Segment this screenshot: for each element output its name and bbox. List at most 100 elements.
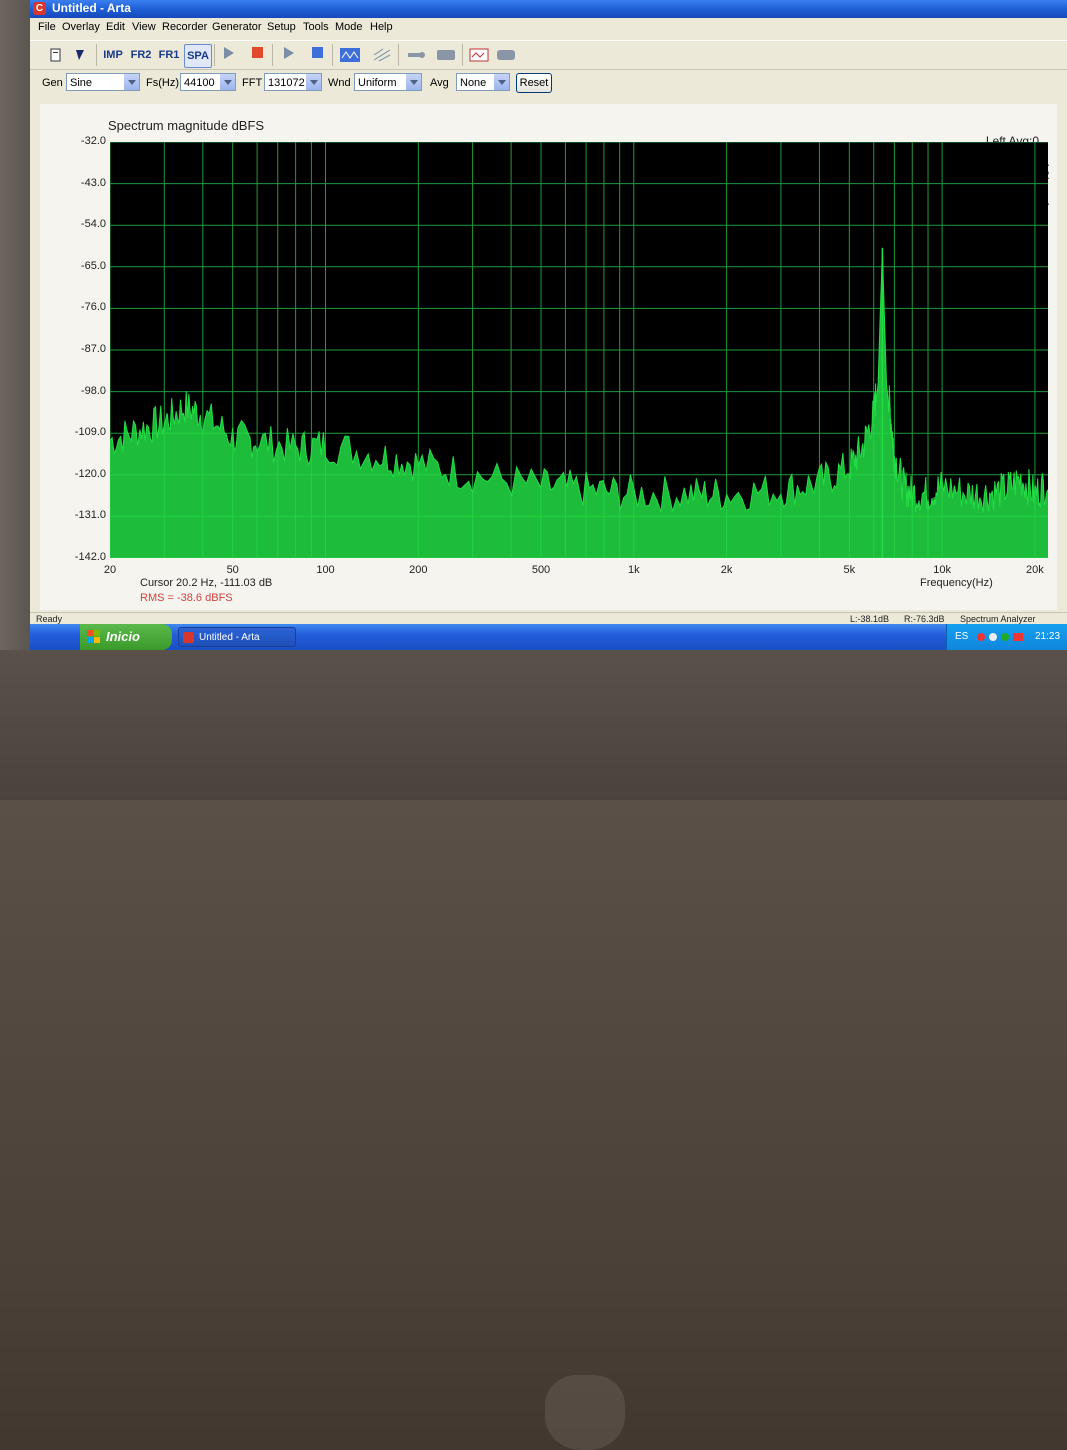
menu-help[interactable]: Help: [370, 21, 393, 33]
language-indicator[interactable]: ES: [955, 631, 968, 642]
chevron-down-icon: [305, 74, 321, 90]
y-tick-label: -54.0: [80, 218, 106, 231]
imp-button[interactable]: IMP: [100, 44, 126, 66]
fr1-button[interactable]: FR1: [156, 44, 182, 66]
chevron-down-icon: [123, 74, 139, 90]
right-level: R:-76.3dB: [904, 614, 945, 624]
system-tray: ES 21:23: [946, 624, 1067, 650]
status-ready: Ready: [36, 614, 63, 624]
apple-logo-icon: [545, 1375, 625, 1450]
tray-icon-set: [977, 633, 1023, 641]
menu-file[interactable]: File: [38, 21, 56, 33]
calibrate-button[interactable]: [404, 44, 428, 66]
toolbar-separator: [398, 44, 399, 66]
play-icon[interactable]: [224, 47, 234, 59]
y-tick-label: -65.0: [80, 259, 106, 272]
x-tick-label: 2k: [720, 564, 733, 576]
open-arrow-icon: [76, 50, 84, 60]
y-tick-label: -87.0: [80, 343, 106, 355]
avg-value: None: [460, 77, 487, 89]
x-tick-label: 20: [103, 564, 117, 576]
x-tick-label: 100: [316, 564, 335, 576]
cursor-readout: Cursor 20.2 Hz, -111.03 dB: [140, 577, 273, 589]
y-tick-label: -120.0: [74, 467, 106, 480]
x-axis-label: Frequency(Hz): [920, 577, 993, 589]
toolbar-separator: [214, 44, 215, 66]
title-bar[interactable]: C Untitled - Arta: [30, 0, 1067, 18]
chevron-down-icon: [493, 74, 509, 90]
y-tick-label: -109.0: [74, 426, 106, 439]
y-tick-label: -98.0: [80, 384, 106, 397]
mode-indicator: Spectrum Analyzer: [960, 614, 1036, 624]
menu-edit[interactable]: Edit: [106, 21, 125, 33]
y-tick-label: -76.0: [80, 301, 106, 314]
scope-icon: [469, 48, 489, 62]
toolbar: IMP FR2 FR1 SPA: [30, 40, 1067, 70]
tray-icons[interactable]: [975, 631, 1025, 643]
window-title: Untitled - Arta: [52, 1, 131, 15]
fft-value: 131072: [268, 77, 305, 89]
menu-setup[interactable]: Setup: [267, 21, 296, 33]
spectrum-chart: Spectrum magnitude dBFS Left Avg:0 A R T…: [40, 104, 1057, 610]
chevron-down-icon: [405, 74, 421, 90]
reset-button[interactable]: Reset: [516, 73, 552, 93]
spectrum-noise-floor: [110, 247, 1048, 558]
menu-tools[interactable]: Tools: [303, 21, 329, 33]
task-label: Untitled - Arta: [199, 632, 260, 643]
plot-area[interactable]: [109, 141, 1049, 559]
settings-button[interactable]: [494, 44, 518, 66]
x-tick-label: 10k: [933, 564, 951, 576]
arta-app-icon: C: [33, 2, 46, 15]
wnd-label: Wnd: [328, 77, 351, 89]
left-level: L:-38.1dB: [850, 614, 890, 624]
menu-bar: File Overlay Edit View Recorder Generato…: [30, 18, 1067, 38]
clock: 21:23: [1035, 631, 1061, 642]
toolbar-separator: [96, 44, 97, 66]
arta-app-icon: [183, 632, 194, 643]
generator-controls: Gen Sine Fs(Hz) 44100 FFT 131072 Wnd Uni…: [30, 70, 1067, 98]
avg-select[interactable]: None: [456, 73, 510, 91]
wnd-select[interactable]: Uniform: [354, 73, 422, 91]
spa-button[interactable]: SPA: [184, 44, 212, 68]
generator-play-icon[interactable]: [284, 47, 294, 59]
chart-title: Spectrum magnitude dBFS: [108, 118, 265, 133]
x-tick-label: 1k: [627, 564, 640, 576]
menu-overlay[interactable]: Overlay: [62, 21, 100, 33]
new-document-button[interactable]: [46, 44, 66, 66]
open-button[interactable]: [70, 44, 90, 66]
fft-select[interactable]: 131072: [264, 73, 322, 91]
y-tick-label: -131.0: [74, 509, 106, 522]
gen-label: Gen: [42, 77, 63, 89]
start-label: Inicio: [106, 629, 140, 644]
menu-recorder[interactable]: Recorder: [162, 21, 207, 33]
fs-label: Fs(Hz): [146, 77, 179, 89]
y-tick-label: -43.0: [80, 176, 106, 189]
wnd-value: Uniform: [358, 77, 397, 89]
fr2-button[interactable]: FR2: [128, 44, 154, 66]
monitor-button[interactable]: [434, 44, 458, 66]
new-document-icon: [50, 48, 61, 62]
generator-stop-icon[interactable]: [312, 47, 323, 58]
x-tick-label: 5k: [843, 564, 856, 576]
menu-view[interactable]: View: [132, 21, 156, 33]
menu-mode[interactable]: Mode: [335, 21, 363, 33]
record-stop-icon[interactable]: [252, 47, 263, 58]
menu-generator[interactable]: Generator: [212, 21, 262, 33]
noise-button[interactable]: [370, 44, 394, 66]
gen-value: Sine: [70, 77, 93, 89]
monitor-chin: [0, 650, 1067, 1450]
signal-button[interactable]: [338, 44, 362, 66]
gen-select[interactable]: Sine: [66, 73, 140, 91]
toolbar-separator: [272, 44, 273, 66]
taskbar: Inicio Untitled - Arta ES 21:23: [30, 624, 1067, 650]
taskbar-arta-window[interactable]: Untitled - Arta: [178, 627, 296, 647]
probe-icon: [408, 52, 425, 58]
scope-button[interactable]: [466, 44, 492, 66]
start-button[interactable]: Inicio: [80, 624, 172, 650]
chevron-down-icon: [219, 74, 235, 90]
windows-logo-icon: [87, 630, 100, 643]
fft-label: FFT: [242, 77, 263, 89]
spectrum-plot-svg: [109, 141, 1049, 559]
rms-readout: RMS = -38.6 dBFS: [140, 592, 233, 604]
fs-select[interactable]: 44100: [180, 73, 236, 91]
